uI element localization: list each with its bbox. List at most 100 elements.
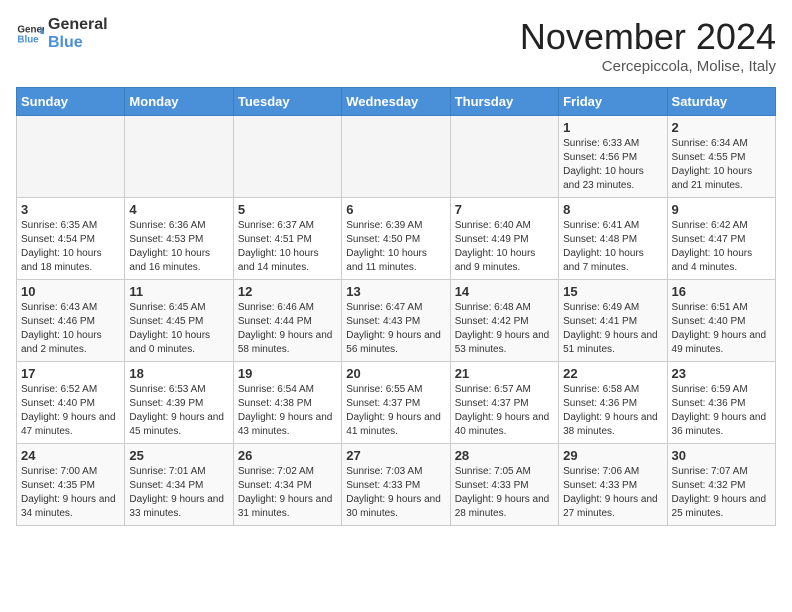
day-cell: 12 Sunrise: 6:46 AM Sunset: 4:44 PM Dayli… <box>233 280 341 362</box>
day-number: 29 <box>563 448 662 463</box>
day-cell: 10 Sunrise: 6:43 AM Sunset: 4:46 PM Dayli… <box>17 280 125 362</box>
page-header: General Blue General Blue November 2024 … <box>16 16 776 75</box>
day-info: Sunrise: 7:05 AM Sunset: 4:33 PM Dayligh… <box>455 465 554 521</box>
day-cell: 3Sunrise: 6:35 AM Sunset: 4:54 PM Daylig… <box>17 198 125 280</box>
week-row-3: 10 Sunrise: 6:43 AM Sunset: 4:46 PM Dayli… <box>17 280 776 362</box>
day-number: 6 <box>346 202 445 217</box>
day-cell: 4 Sunrise: 6:36 AM Sunset: 4:53 PM Daylig… <box>125 198 233 280</box>
day-cell: 29Sunrise: 7:06 AM Sunset: 4:33 PM Dayli… <box>559 444 667 526</box>
day-info: Sunrise: 6:47 AM Sunset: 4:43 PM Dayligh… <box>346 301 445 357</box>
day-cell: 8 Sunrise: 6:41 AM Sunset: 4:48 PM Daylig… <box>559 198 667 280</box>
day-number: 27 <box>346 448 445 463</box>
day-number: 1 <box>563 120 662 135</box>
weekday-header-wednesday: Wednesday <box>342 88 450 116</box>
day-number: 4 <box>129 202 228 217</box>
day-info: Sunrise: 7:03 AM Sunset: 4:33 PM Dayligh… <box>346 465 445 521</box>
day-number: 30 <box>672 448 771 463</box>
day-info: Sunrise: 6:59 AM Sunset: 4:36 PM Dayligh… <box>672 383 771 439</box>
day-cell: 5Sunrise: 6:37 AM Sunset: 4:51 PM Daylig… <box>233 198 341 280</box>
day-cell <box>450 116 558 198</box>
day-cell <box>17 116 125 198</box>
day-number: 9 <box>672 202 771 217</box>
title-block: November 2024 Cercepiccola, Molise, Ital… <box>520 16 776 75</box>
day-cell: 26Sunrise: 7:02 AM Sunset: 4:34 PM Dayli… <box>233 444 341 526</box>
day-info: Sunrise: 6:46 AM Sunset: 4:44 PM Dayligh… <box>238 301 337 357</box>
day-cell: 13 Sunrise: 6:47 AM Sunset: 4:43 PM Dayli… <box>342 280 450 362</box>
day-info: Sunrise: 6:48 AM Sunset: 4:42 PM Dayligh… <box>455 301 554 357</box>
day-cell: 19 Sunrise: 6:54 AM Sunset: 4:38 PM Dayli… <box>233 362 341 444</box>
day-number: 19 <box>238 366 337 381</box>
day-number: 23 <box>672 366 771 381</box>
weekday-header-tuesday: Tuesday <box>233 88 341 116</box>
day-number: 10 <box>21 284 120 299</box>
day-number: 8 <box>563 202 662 217</box>
day-number: 12 <box>238 284 337 299</box>
weekday-header-thursday: Thursday <box>450 88 558 116</box>
day-number: 13 <box>346 284 445 299</box>
day-cell <box>233 116 341 198</box>
day-info: Sunrise: 6:40 AM Sunset: 4:49 PM Dayligh… <box>455 219 554 275</box>
day-cell <box>342 116 450 198</box>
month-title: November 2024 <box>520 16 776 58</box>
day-info: Sunrise: 6:55 AM Sunset: 4:37 PM Dayligh… <box>346 383 445 439</box>
day-info: Sunrise: 6:34 AM Sunset: 4:55 PM Dayligh… <box>672 137 771 193</box>
day-cell: 20 Sunrise: 6:55 AM Sunset: 4:37 PM Dayli… <box>342 362 450 444</box>
day-info: Sunrise: 6:37 AM Sunset: 4:51 PM Dayligh… <box>238 219 337 275</box>
day-number: 2 <box>672 120 771 135</box>
day-number: 17 <box>21 366 120 381</box>
day-cell: 7 Sunrise: 6:40 AM Sunset: 4:49 PM Daylig… <box>450 198 558 280</box>
logo: General Blue General Blue <box>16 16 108 51</box>
week-row-1: 1 Sunrise: 6:33 AM Sunset: 4:56 PM Daylig… <box>17 116 776 198</box>
week-row-2: 3Sunrise: 6:35 AM Sunset: 4:54 PM Daylig… <box>17 198 776 280</box>
day-number: 22 <box>563 366 662 381</box>
week-row-4: 17 Sunrise: 6:52 AM Sunset: 4:40 PM Dayli… <box>17 362 776 444</box>
day-cell: 22 Sunrise: 6:58 AM Sunset: 4:36 PM Dayli… <box>559 362 667 444</box>
logo-icon: General Blue <box>16 20 44 48</box>
day-number: 14 <box>455 284 554 299</box>
day-cell: 17 Sunrise: 6:52 AM Sunset: 4:40 PM Dayli… <box>17 362 125 444</box>
day-info: Sunrise: 6:52 AM Sunset: 4:40 PM Dayligh… <box>21 383 120 439</box>
day-cell: 25 Sunrise: 7:01 AM Sunset: 4:34 PM Dayli… <box>125 444 233 526</box>
weekday-header-monday: Monday <box>125 88 233 116</box>
weekday-header-friday: Friday <box>559 88 667 116</box>
weekday-header-saturday: Saturday <box>667 88 775 116</box>
day-info: Sunrise: 6:51 AM Sunset: 4:40 PM Dayligh… <box>672 301 771 357</box>
location: Cercepiccola, Molise, Italy <box>520 58 776 75</box>
day-info: Sunrise: 6:45 AM Sunset: 4:45 PM Dayligh… <box>129 301 228 357</box>
day-info: Sunrise: 6:33 AM Sunset: 4:56 PM Dayligh… <box>563 137 662 193</box>
day-info: Sunrise: 7:07 AM Sunset: 4:32 PM Dayligh… <box>672 465 771 521</box>
day-info: Sunrise: 6:41 AM Sunset: 4:48 PM Dayligh… <box>563 219 662 275</box>
day-number: 16 <box>672 284 771 299</box>
day-number: 25 <box>129 448 228 463</box>
day-info: Sunrise: 6:57 AM Sunset: 4:37 PM Dayligh… <box>455 383 554 439</box>
weekday-header-sunday: Sunday <box>17 88 125 116</box>
day-info: Sunrise: 6:43 AM Sunset: 4:46 PM Dayligh… <box>21 301 120 357</box>
day-info: Sunrise: 6:35 AM Sunset: 4:54 PM Dayligh… <box>21 219 120 275</box>
day-number: 20 <box>346 366 445 381</box>
day-number: 11 <box>129 284 228 299</box>
day-cell: 15Sunrise: 6:49 AM Sunset: 4:41 PM Dayli… <box>559 280 667 362</box>
day-number: 15 <box>563 284 662 299</box>
day-info: Sunrise: 6:58 AM Sunset: 4:36 PM Dayligh… <box>563 383 662 439</box>
day-cell: 9 Sunrise: 6:42 AM Sunset: 4:47 PM Daylig… <box>667 198 775 280</box>
weekday-header-row: SundayMondayTuesdayWednesdayThursdayFrid… <box>17 88 776 116</box>
day-number: 24 <box>21 448 120 463</box>
day-info: Sunrise: 7:00 AM Sunset: 4:35 PM Dayligh… <box>21 465 120 521</box>
day-cell: 16 Sunrise: 6:51 AM Sunset: 4:40 PM Dayli… <box>667 280 775 362</box>
day-info: Sunrise: 7:01 AM Sunset: 4:34 PM Dayligh… <box>129 465 228 521</box>
day-cell: 1 Sunrise: 6:33 AM Sunset: 4:56 PM Daylig… <box>559 116 667 198</box>
week-row-5: 24 Sunrise: 7:00 AM Sunset: 4:35 PM Dayli… <box>17 444 776 526</box>
day-info: Sunrise: 6:42 AM Sunset: 4:47 PM Dayligh… <box>672 219 771 275</box>
day-cell: 28 Sunrise: 7:05 AM Sunset: 4:33 PM Dayli… <box>450 444 558 526</box>
day-cell: 14 Sunrise: 6:48 AM Sunset: 4:42 PM Dayli… <box>450 280 558 362</box>
day-number: 28 <box>455 448 554 463</box>
day-info: Sunrise: 7:02 AM Sunset: 4:34 PM Dayligh… <box>238 465 337 521</box>
svg-text:Blue: Blue <box>17 34 39 45</box>
day-info: Sunrise: 6:39 AM Sunset: 4:50 PM Dayligh… <box>346 219 445 275</box>
day-info: Sunrise: 6:36 AM Sunset: 4:53 PM Dayligh… <box>129 219 228 275</box>
day-cell: 21Sunrise: 6:57 AM Sunset: 4:37 PM Dayli… <box>450 362 558 444</box>
logo-blue-text: Blue <box>48 34 108 52</box>
day-number: 7 <box>455 202 554 217</box>
day-cell: 23 Sunrise: 6:59 AM Sunset: 4:36 PM Dayli… <box>667 362 775 444</box>
day-info: Sunrise: 6:54 AM Sunset: 4:38 PM Dayligh… <box>238 383 337 439</box>
